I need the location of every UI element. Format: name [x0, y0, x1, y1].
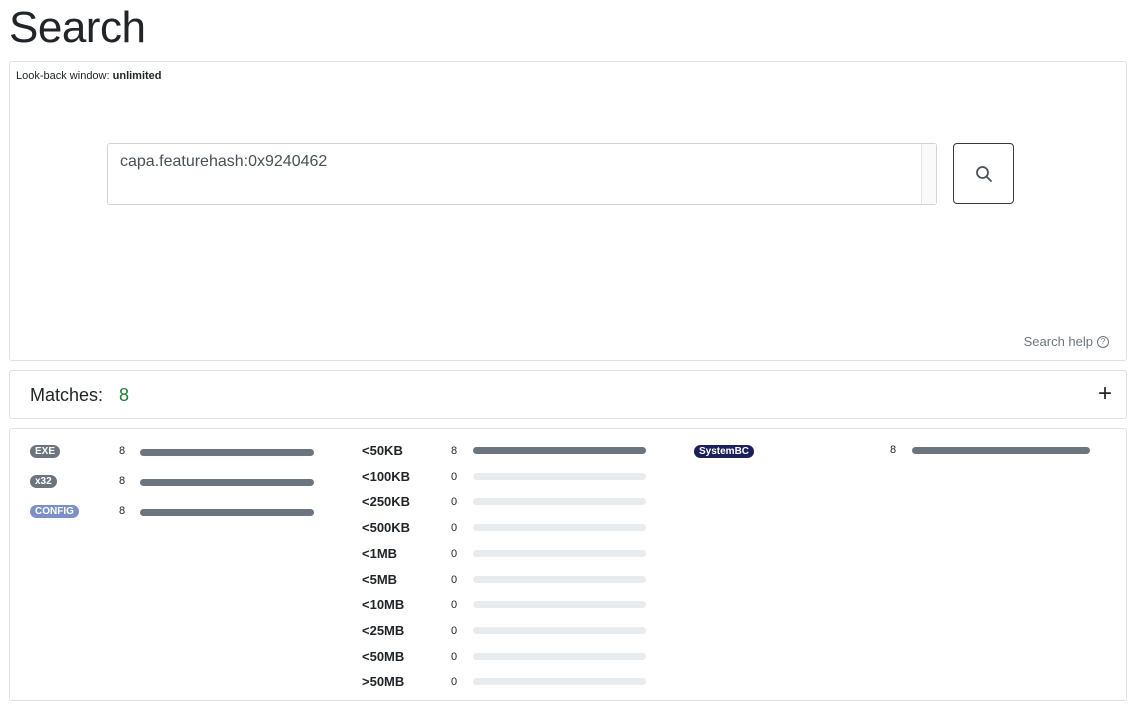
- types-facet-count: 8: [119, 445, 126, 457]
- sizes-facet-row[interactable]: <500KB 0: [362, 520, 662, 536]
- search-input[interactable]: capa.featurehash:0x9240462: [107, 143, 937, 205]
- matches-label: Matches:: [30, 385, 104, 405]
- types-facet-label[interactable]: x32: [30, 475, 57, 488]
- sizes-facet-row[interactable]: <50MB 0: [362, 649, 662, 665]
- facets-panel: EXE 8 x32 8 CONFIG 8 <50KB 8 <100KB 0 <250KB 0 <500…: [9, 428, 1127, 701]
- search-query-text: capa.featurehash:0x9240462: [120, 153, 328, 170]
- sizes-facet-row[interactable]: <10MB 0: [362, 597, 662, 613]
- lookback-value: unlimited: [112, 70, 162, 82]
- sizes-facet-row[interactable]: <5MB 0: [362, 572, 662, 588]
- sizes-facet-count: 0: [451, 599, 458, 612]
- search-panel: Look-back window: unlimited capa.feature…: [9, 61, 1127, 361]
- sizes-facet-count: 0: [451, 573, 458, 586]
- sizes-facet-label[interactable]: >50MB: [362, 674, 404, 689]
- sizes-facet-count: 0: [451, 547, 458, 560]
- sizes-facet-bar: [473, 549, 646, 557]
- sizes-facet-row[interactable]: >50MB 0: [362, 674, 662, 690]
- search-help-label: Search help: [1023, 334, 1093, 349]
- families-facet-label[interactable]: SystemBC: [694, 445, 755, 458]
- sizes-facet-row[interactable]: <1MB 0: [362, 546, 662, 562]
- sizes-facet-bar: [473, 447, 646, 454]
- sizes-facet-bar: [473, 626, 646, 634]
- types-facet-label[interactable]: CONFIG: [30, 505, 79, 518]
- types-facet-bar-fill: [140, 479, 314, 486]
- sizes-facet-bar: [473, 678, 646, 686]
- sizes-facet-count: 0: [451, 650, 458, 663]
- lookback-label: Look-back window:: [16, 70, 110, 82]
- sizes-facet-bar: [473, 498, 646, 506]
- types-facet-count: 8: [119, 475, 126, 487]
- types-facet-bar: [140, 449, 314, 456]
- sizes-facet-bar: [473, 472, 646, 480]
- sizes-facet-bar: [473, 575, 646, 583]
- families-facet-bar-fill: [912, 447, 1090, 454]
- families-facet-bar: [912, 447, 1090, 454]
- sizes-facet-label[interactable]: <5MB: [362, 572, 397, 587]
- types-facet-bar-fill: [140, 449, 314, 456]
- sizes-facet-count: 0: [451, 496, 458, 509]
- sizes-facet-count: 8: [451, 445, 458, 457]
- families-facet-count: 8: [890, 444, 897, 456]
- families-facet-row[interactable]: SystemBC 8: [694, 444, 1094, 461]
- sizes-facet-bar-fill: [473, 447, 646, 454]
- types-facet-count: 8: [119, 505, 126, 517]
- search-icon: [975, 165, 992, 182]
- page-title: Search: [9, 3, 146, 52]
- lookback-window[interactable]: Look-back window: unlimited: [16, 70, 162, 82]
- types-facet-bar-fill: [140, 509, 314, 516]
- sizes-facet-label[interactable]: <250KB: [362, 494, 410, 509]
- sizes-facet-row[interactable]: <100KB 0: [362, 469, 662, 485]
- types-facet-row[interactable]: x32 8: [30, 475, 330, 491]
- sizes-facet-label[interactable]: <50KB: [362, 443, 403, 458]
- sizes-facet-bar: [473, 524, 646, 532]
- sizes-facet-label[interactable]: <1MB: [362, 546, 397, 561]
- sizes-facet-row[interactable]: <250KB 0: [362, 494, 662, 510]
- matches-count: 8: [119, 385, 130, 405]
- plus-icon[interactable]: +: [1098, 382, 1112, 406]
- types-facet-bar: [140, 479, 314, 486]
- sizes-facet-label[interactable]: <25MB: [362, 623, 404, 638]
- types-facet-label[interactable]: EXE: [30, 445, 61, 458]
- sizes-facet-count: 0: [451, 676, 458, 689]
- sizes-facet-bar: [473, 601, 646, 609]
- sizes-facet-row[interactable]: <25MB 0: [362, 623, 662, 639]
- types-facet-row[interactable]: EXE 8: [30, 445, 330, 461]
- sizes-facet-label[interactable]: <50MB: [362, 649, 404, 664]
- sizes-facet-count: 0: [451, 522, 458, 535]
- query-scrollbar[interactable]: [921, 144, 936, 204]
- sizes-facet-count: 0: [451, 470, 458, 483]
- types-facet-bar: [140, 509, 314, 516]
- types-facet-row[interactable]: CONFIG 8: [30, 505, 330, 521]
- sizes-facet-count: 0: [451, 624, 458, 637]
- question-circle-icon: ?: [1097, 335, 1109, 348]
- search-button[interactable]: [953, 143, 1014, 204]
- sizes-facet-bar: [473, 652, 646, 660]
- sizes-facet-label[interactable]: <500KB: [362, 520, 410, 535]
- sizes-facet-label[interactable]: <10MB: [362, 597, 404, 612]
- sizes-facet-label[interactable]: <100KB: [362, 469, 410, 484]
- search-help-link[interactable]: Search help ?: [1024, 334, 1109, 349]
- sizes-facet-row[interactable]: <50KB 8: [362, 443, 662, 459]
- matches-panel: Matches: 8 +: [9, 370, 1127, 419]
